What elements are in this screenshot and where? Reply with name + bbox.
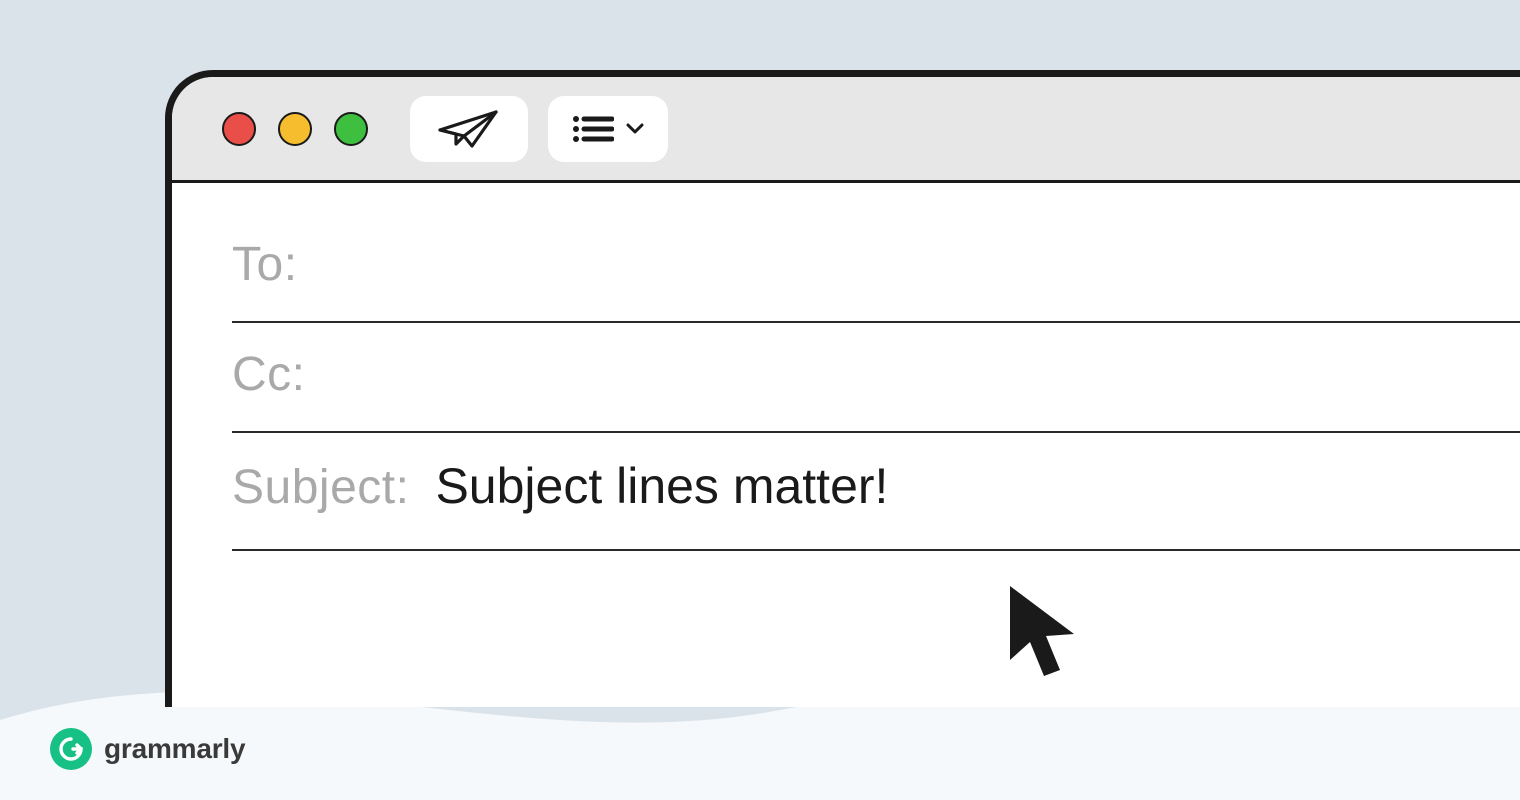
traffic-lights (222, 112, 368, 146)
subject-field[interactable]: Subject: Subject lines matter! (232, 433, 1520, 551)
brand-name: grammarly (104, 733, 245, 765)
illustration-stage: To: Cc: Subject: Subject lines matter! g… (0, 0, 1520, 800)
subject-label: Subject: (232, 460, 409, 515)
subject-value: Subject lines matter! (435, 457, 888, 515)
chevron-down-icon (626, 123, 644, 135)
zoom-dot[interactable] (334, 112, 368, 146)
paper-plane-icon (438, 108, 500, 150)
to-field[interactable]: To: (232, 213, 1520, 323)
brand-mark: grammarly (50, 728, 245, 770)
compose-window: To: Cc: Subject: Subject lines matter! (165, 70, 1520, 707)
close-dot[interactable] (222, 112, 256, 146)
brand-badge (50, 728, 92, 770)
send-button[interactable] (410, 96, 528, 162)
minimize-dot[interactable] (278, 112, 312, 146)
cc-field[interactable]: Cc: (232, 323, 1520, 433)
window-titlebar (172, 77, 1520, 183)
list-icon (572, 114, 614, 144)
cc-label: Cc: (232, 347, 306, 402)
brand-g-icon (58, 736, 84, 762)
to-label: To: (232, 237, 298, 292)
format-list-dropdown[interactable] (548, 96, 668, 162)
compose-body: To: Cc: Subject: Subject lines matter! (172, 183, 1520, 551)
